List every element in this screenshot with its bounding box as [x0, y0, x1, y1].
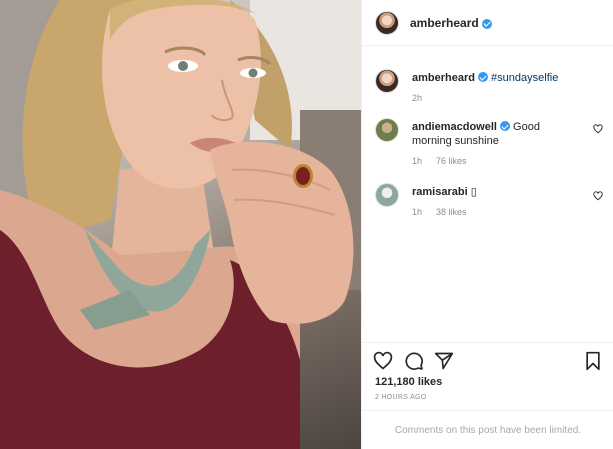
- caption-author-avatar[interactable]: [375, 69, 399, 93]
- caption-author[interactable]: amberheard: [412, 72, 475, 84]
- verified-badge-icon: [477, 72, 488, 82]
- comment-like-heart-icon[interactable]: [593, 124, 603, 134]
- comment-bubble-icon[interactable]: [404, 351, 424, 371]
- verified-badge-icon: [481, 18, 492, 29]
- comment-time[interactable]: 1h: [412, 156, 422, 166]
- selfie-illustration: [0, 0, 361, 449]
- caption-hashtag[interactable]: #sundayselfie: [491, 72, 558, 84]
- post-actions: 121,180 likes 2 HOURS AGO: [362, 342, 613, 410]
- comment-text: ▯: [470, 186, 477, 198]
- author-username[interactable]: amberheard: [410, 16, 479, 30]
- commenter-avatar[interactable]: [375, 118, 399, 142]
- instagram-post: amberheard amberheard #sundayselfie 2h a…: [0, 0, 613, 449]
- commenter-avatar[interactable]: [375, 183, 399, 207]
- comments-list: amberheard #sundayselfie 2h andiemacdowe…: [362, 46, 613, 342]
- comment-author[interactable]: ramisarabi: [412, 186, 468, 198]
- comment-meta: 1h 38 likes: [412, 207, 467, 217]
- post-side-panel: amberheard amberheard #sundayselfie 2h a…: [361, 0, 613, 449]
- comment-meta: 1h 76 likes: [412, 156, 467, 166]
- caption-time[interactable]: 2h: [412, 93, 422, 103]
- heart-icon[interactable]: [373, 351, 393, 371]
- comment-likes[interactable]: 76 likes: [436, 156, 467, 166]
- comments-limited-notice: Comments on this post have been limited.: [362, 410, 613, 449]
- comment-time[interactable]: 1h: [412, 207, 422, 217]
- verified-badge-icon: [499, 121, 510, 131]
- caption-meta: 2h: [412, 93, 422, 103]
- comment-like-heart-icon[interactable]: [593, 191, 603, 201]
- comment-author[interactable]: andiemacdowell: [412, 121, 497, 133]
- paper-plane-icon[interactable]: [434, 351, 454, 371]
- posted-time[interactable]: 2 HOURS AGO: [375, 394, 427, 401]
- post-photo[interactable]: [0, 0, 361, 449]
- author-avatar[interactable]: [375, 10, 399, 35]
- bookmark-icon[interactable]: [583, 351, 603, 371]
- comment-likes[interactable]: 38 likes: [436, 207, 467, 217]
- post-header: amberheard: [362, 0, 613, 46]
- like-count[interactable]: 121,180 likes: [375, 376, 442, 388]
